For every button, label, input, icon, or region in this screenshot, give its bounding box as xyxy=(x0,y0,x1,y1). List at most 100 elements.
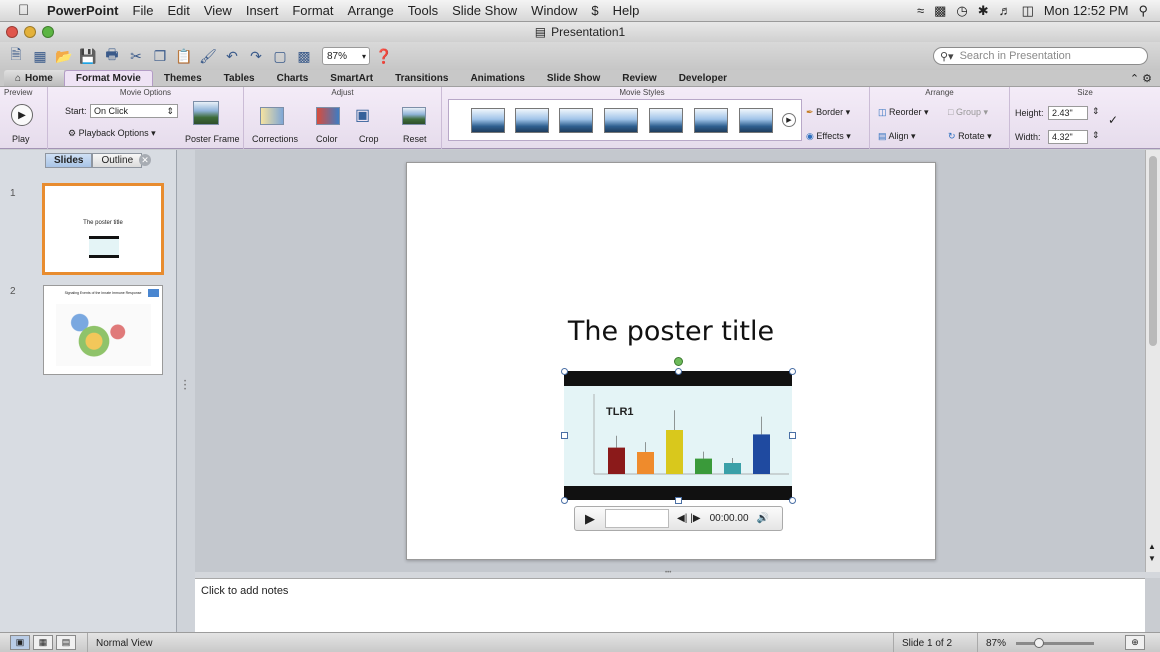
ribbon-options-icon[interactable]: ⌃ ⚙ xyxy=(1130,72,1160,85)
undo-icon[interactable]: ↶ xyxy=(222,46,242,66)
tab-charts[interactable]: Charts xyxy=(266,70,320,86)
group-button[interactable]: □ Group ▾ xyxy=(948,107,988,118)
step-back-icon[interactable]: ◀​| xyxy=(677,513,687,524)
slide-thumbnail-1[interactable]: The poster title xyxy=(42,183,164,275)
tab-animations[interactable]: Animations xyxy=(459,70,535,86)
resize-handle-bc[interactable] xyxy=(675,497,682,504)
fit-to-window-icon[interactable]: ⊕ xyxy=(1125,635,1145,650)
script-icon[interactable]: $ xyxy=(584,3,605,18)
resize-handle-bl[interactable] xyxy=(561,497,568,504)
resize-handle-mr[interactable] xyxy=(789,432,796,439)
bluetooth-icon[interactable]: ✱ xyxy=(978,3,989,19)
color-icon[interactable] xyxy=(316,107,340,125)
battery-icon[interactable]: ◫ xyxy=(1022,3,1034,19)
width-field[interactable]: 4.32" xyxy=(1048,130,1088,144)
zoom-window-icon[interactable] xyxy=(42,26,54,38)
menu-slide-show[interactable]: Slide Show xyxy=(445,3,524,18)
vertical-scrollbar[interactable]: ▲ ▼ xyxy=(1145,150,1160,572)
rotate-handle-icon[interactable] xyxy=(674,357,683,366)
volume-icon[interactable]: ♬ xyxy=(999,3,1012,18)
zoom-slider[interactable] xyxy=(1016,637,1095,648)
tab-transitions[interactable]: Transitions xyxy=(384,70,459,86)
movie-style-4[interactable] xyxy=(604,108,638,133)
player-volume-icon[interactable]: 🔊 xyxy=(757,513,769,524)
menu-view[interactable]: View xyxy=(197,3,239,18)
close-pane-icon[interactable]: ✕ xyxy=(139,154,151,166)
poster-frame-label[interactable]: Poster Frame xyxy=(185,134,240,144)
time-machine-icon[interactable]: ◷ xyxy=(956,3,967,19)
slide[interactable]: The poster title TLR1 ▶ xyxy=(406,162,936,560)
menu-help[interactable]: Help xyxy=(606,3,647,18)
copy-icon[interactable]: ❐ xyxy=(150,46,170,66)
reorder-button[interactable]: ◫ Reorder ▾ xyxy=(878,107,929,118)
tab-developer[interactable]: Developer xyxy=(668,70,738,86)
movie-style-7[interactable] xyxy=(739,108,773,133)
resize-handle-tl[interactable] xyxy=(561,368,568,375)
notes-pane[interactable]: Click to add notes xyxy=(195,578,1145,632)
prev-slide-icon[interactable]: ▲ xyxy=(1148,542,1156,551)
resize-handle-ml[interactable] xyxy=(561,432,568,439)
menu-arrange[interactable]: Arrange xyxy=(341,3,401,18)
height-field[interactable]: 2.43" xyxy=(1048,106,1088,120)
tab-home[interactable]: ⌂ Home xyxy=(4,70,64,86)
tab-review[interactable]: Review xyxy=(611,70,667,86)
resize-handle-tr[interactable] xyxy=(789,368,796,375)
tab-slides[interactable]: Slides xyxy=(45,153,93,168)
rotate-button[interactable]: ↻ Rotate ▾ xyxy=(948,131,992,142)
start-select[interactable]: On Click ⇕ xyxy=(90,104,178,118)
scroll-thumb[interactable] xyxy=(1149,156,1157,346)
slide-thumbnail-2[interactable]: Signaling Events of the Innate Immune Re… xyxy=(43,285,163,375)
templates-icon[interactable]: ▦ xyxy=(30,46,50,66)
movie-style-1[interactable] xyxy=(471,108,505,133)
menu-format[interactable]: Format xyxy=(285,3,340,18)
movie-object[interactable]: TLR1 xyxy=(561,357,796,504)
effects-button[interactable]: ◉ Effects ▾ xyxy=(806,131,851,142)
tab-smartart[interactable]: SmartArt xyxy=(319,70,384,86)
movie-style-2[interactable] xyxy=(515,108,549,133)
tab-tables[interactable]: Tables xyxy=(213,70,266,86)
close-window-icon[interactable] xyxy=(6,26,18,38)
redo-icon[interactable]: ↷ xyxy=(246,46,266,66)
menu-window[interactable]: Window xyxy=(524,3,584,18)
clock[interactable]: Mon 12:52 PM xyxy=(1044,3,1129,18)
next-slide-icon[interactable]: ▼ xyxy=(1148,554,1156,563)
lock-aspect-icon[interactable]: ✓ xyxy=(1108,113,1118,127)
cut-icon[interactable]: ✂ xyxy=(126,46,146,66)
apple-icon[interactable]:  xyxy=(18,2,40,19)
corrections-label[interactable]: Corrections xyxy=(252,134,298,144)
display-icon[interactable]: ▩ xyxy=(934,3,946,19)
menu-insert[interactable]: Insert xyxy=(239,3,286,18)
slide-title[interactable]: The poster title xyxy=(407,316,935,347)
movie-style-5[interactable] xyxy=(649,108,683,133)
menu-tools[interactable]: Tools xyxy=(401,3,445,18)
align-button[interactable]: ▤ Align ▾ xyxy=(878,131,916,142)
corrections-icon[interactable] xyxy=(260,107,284,125)
slide-sorter-icon[interactable]: ▦ xyxy=(33,635,53,650)
reset-label[interactable]: Reset xyxy=(403,134,427,144)
playback-options-button[interactable]: ⚙ Playback Options ▾ xyxy=(68,128,156,139)
print-icon[interactable]: 🖶 xyxy=(102,46,122,66)
play-icon[interactable]: ▶ xyxy=(11,104,33,126)
tab-themes[interactable]: Themes xyxy=(153,70,213,86)
normal-view-icon[interactable]: ▣ xyxy=(10,635,30,650)
play-label[interactable]: Play xyxy=(12,134,30,144)
tab-format-movie[interactable]: Format Movie xyxy=(63,70,153,86)
search-input[interactable]: ⚲▾ Search in Presentation xyxy=(933,47,1148,65)
menu-edit[interactable]: Edit xyxy=(160,3,196,18)
notes-placeholder[interactable]: Click to add notes xyxy=(201,585,288,597)
border-button[interactable]: ✒ Border ▾ xyxy=(806,107,850,118)
paste-icon[interactable]: 📋 xyxy=(174,46,194,66)
resize-handle-br[interactable] xyxy=(789,497,796,504)
color-label[interactable]: Color xyxy=(316,134,338,144)
wifi-icon[interactable]: ≈ xyxy=(917,3,924,18)
new-presentation-icon[interactable]: 🗎 xyxy=(6,46,26,66)
resize-handle-tc[interactable] xyxy=(675,368,682,375)
height-stepper-icon[interactable]: ⇕ xyxy=(1092,106,1100,117)
format-painter-icon[interactable]: 🖌 xyxy=(198,46,218,66)
menu-file[interactable]: File xyxy=(126,3,161,18)
gallery-more-icon[interactable]: ▶ xyxy=(782,113,796,127)
poster-frame-icon[interactable] xyxy=(193,101,219,125)
tab-outline[interactable]: Outline xyxy=(92,153,143,168)
save-icon[interactable]: 💾 xyxy=(78,46,98,66)
help-icon[interactable]: ❓ xyxy=(374,46,394,66)
